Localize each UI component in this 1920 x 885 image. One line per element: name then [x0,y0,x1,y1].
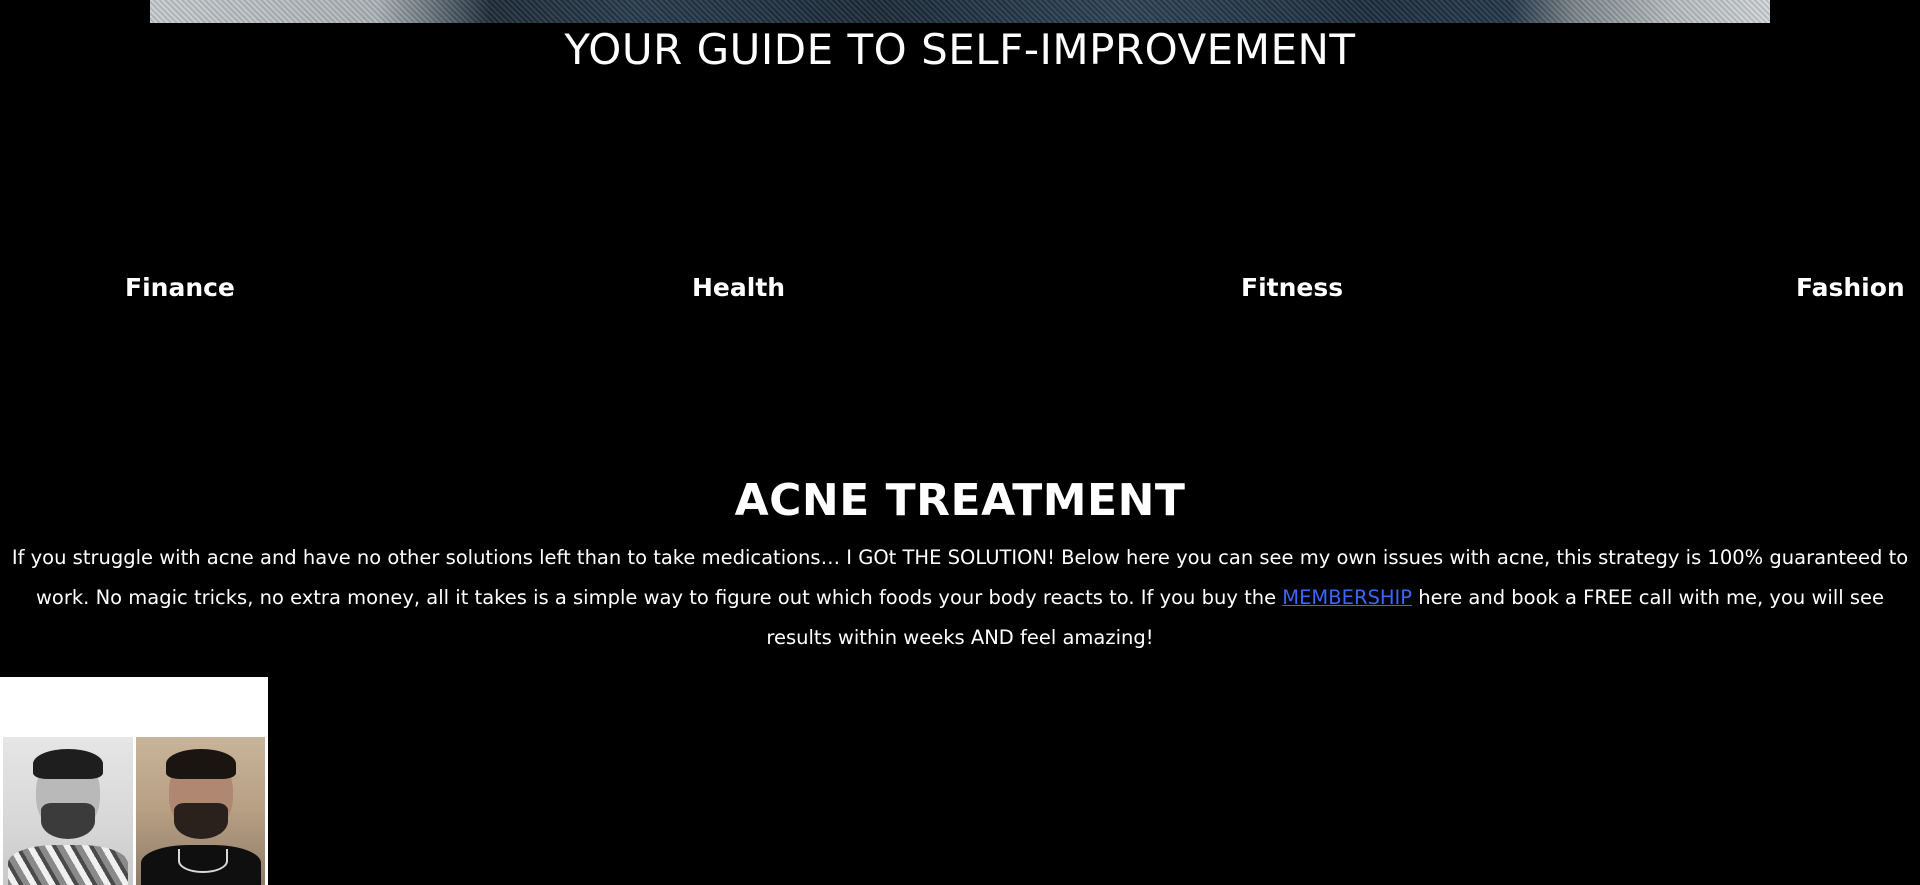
page-title: YOUR GUIDE TO SELF-IMPROVEMENT [564,25,1356,74]
shirt [8,845,128,885]
beard [174,803,228,839]
section-description: If you struggle with acne and have no ot… [0,538,1920,658]
beard [41,803,95,839]
category-link-finance[interactable]: Finance [125,270,235,306]
before-photo [3,737,133,885]
membership-link[interactable]: MEMBERSHIP [1282,586,1412,609]
page: YOUR GUIDE TO SELF-IMPROVEMENT Finance H… [0,0,1920,885]
hair [33,749,103,779]
hair [166,749,236,779]
category-link-fashion[interactable]: Fashion [1796,270,1905,306]
after-photo [136,737,265,885]
category-link-health[interactable]: Health [692,270,785,306]
section-title: ACNE TREATMENT [734,475,1186,526]
category-link-fitness[interactable]: Fitness [1241,270,1343,306]
chain-necklace [178,849,228,873]
before-after-image [0,677,268,885]
